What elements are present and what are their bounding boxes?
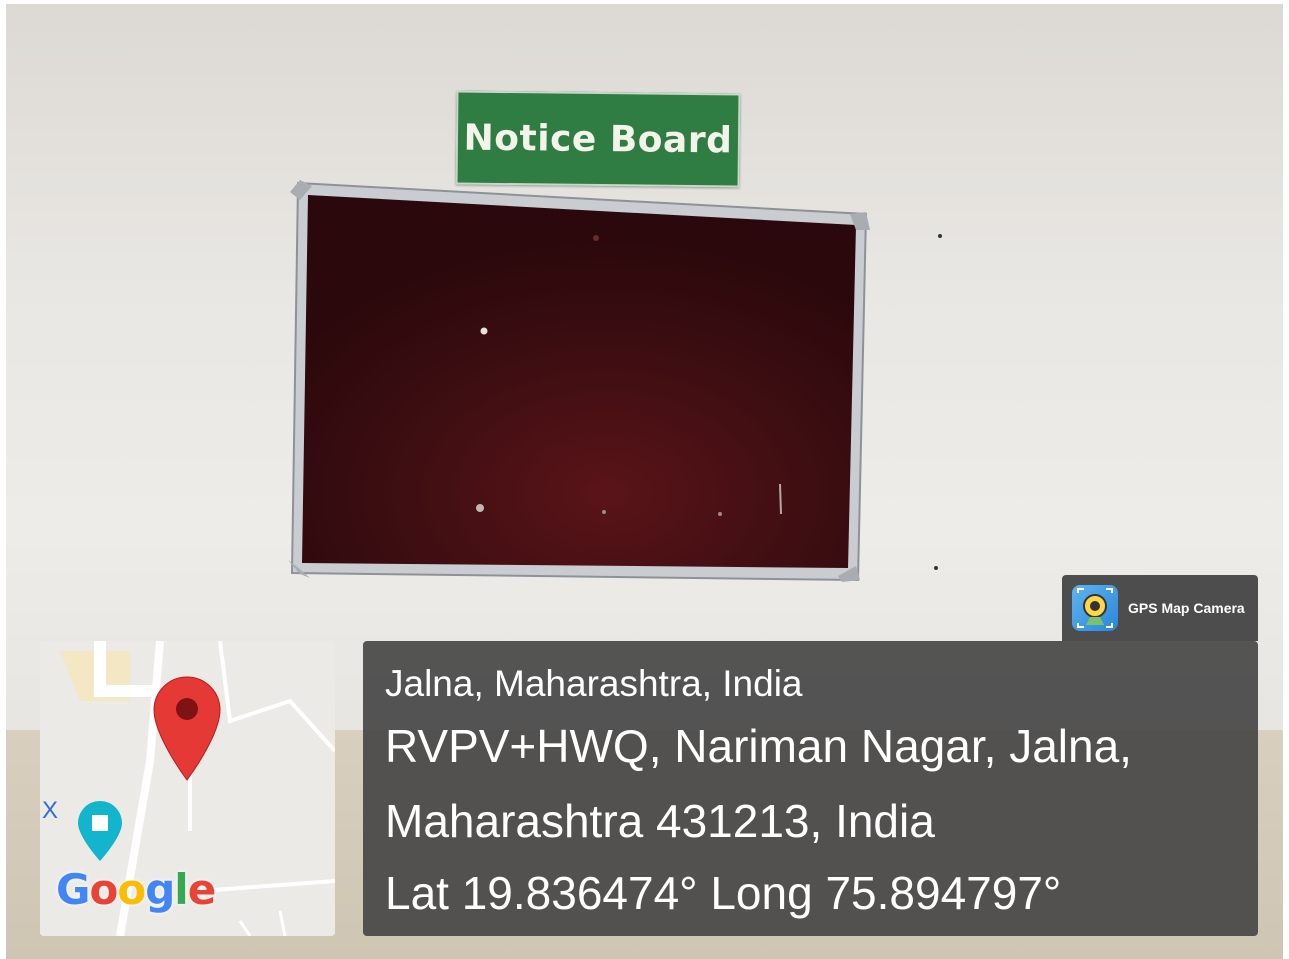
address-line-2: Maharashtra 431213, India bbox=[385, 795, 935, 847]
app-badge-label: GPS Map Camera bbox=[1128, 600, 1245, 616]
location-info-panel: Jalna, Maharashtra, India RVPV+HWQ, Nari… bbox=[363, 641, 1258, 936]
camera-icon bbox=[1072, 585, 1118, 631]
app-badge: GPS Map Camera bbox=[1062, 575, 1258, 641]
address-line-1: RVPV+HWQ, Nariman Nagar, Jalna, bbox=[385, 720, 1132, 772]
photo: Notice Board X Google GPS Map Camera Jal… bbox=[0, 0, 1289, 959]
map-edge-marker: X bbox=[42, 797, 59, 824]
location-map: X Google bbox=[40, 641, 335, 936]
city-line: Jalna, Maharashtra, India bbox=[385, 663, 803, 704]
coordinates-line: Lat 19.836474° Long 75.894797° bbox=[385, 867, 1062, 919]
google-logo: Google bbox=[56, 865, 216, 914]
board-surface bbox=[302, 195, 856, 568]
